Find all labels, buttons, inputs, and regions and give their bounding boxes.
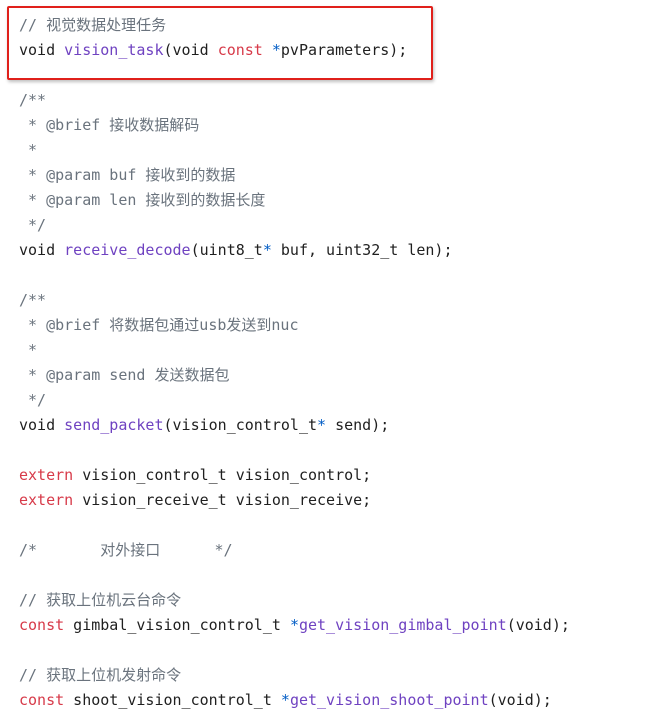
- code-token: * @brief 接收数据解码: [19, 116, 200, 134]
- code-token: send);: [326, 416, 390, 434]
- code-token: *: [19, 341, 38, 359]
- code-token: gimbal_vision_control_t: [64, 616, 290, 634]
- code-token: vision_control_t vision_control;: [73, 466, 372, 484]
- code-line: *: [19, 338, 570, 363]
- code-line: const shoot_vision_control_t *get_vision…: [19, 688, 570, 713]
- code-token: send_packet: [64, 416, 164, 434]
- code-line: // 获取上位机发射命令: [19, 663, 570, 688]
- code-line: const gimbal_vision_control_t *get_visio…: [19, 613, 570, 638]
- code-token: receive_decode: [64, 241, 191, 259]
- code-line: * @brief 接收数据解码: [19, 113, 570, 138]
- code-line: void send_packet(vision_control_t* send)…: [19, 413, 570, 438]
- code-token: (vision_control_t: [163, 416, 318, 434]
- code-line: *: [19, 138, 570, 163]
- code-token: (void);: [488, 691, 552, 709]
- code-block: // 视觉数据处理任务 void vision_task(void const *…: [19, 13, 570, 713]
- code-line: * @param send 发送数据包: [19, 363, 570, 388]
- code-line: /**: [19, 288, 570, 313]
- code-token: *: [317, 416, 327, 434]
- code-line: */: [19, 213, 570, 238]
- code-token: */: [19, 391, 47, 409]
- code-token: *: [289, 616, 299, 634]
- code-token: // 获取上位机发射命令: [19, 666, 182, 684]
- code-line: extern vision_control_t vision_control;: [19, 463, 570, 488]
- code-token: * @param buf 接收到的数据: [19, 166, 236, 184]
- code-token: *: [271, 41, 281, 59]
- code-token: *: [280, 691, 290, 709]
- code-token: // 视觉数据处理任务: [19, 16, 167, 34]
- code-token: get_vision_gimbal_point: [298, 616, 507, 634]
- code-token: * @brief 将数据包通过usb发送到nuc: [19, 316, 299, 334]
- code-token: const: [19, 616, 65, 634]
- code-token: void: [19, 41, 65, 59]
- code-token: extern: [19, 491, 74, 509]
- code-token: get_vision_shoot_point: [289, 691, 489, 709]
- code-token: extern: [19, 466, 74, 484]
- code-token: void: [19, 416, 65, 434]
- code-line: // 视觉数据处理任务: [19, 13, 570, 38]
- code-token: vision_task: [64, 41, 164, 59]
- code-line: * @brief 将数据包通过usb发送到nuc: [19, 313, 570, 338]
- code-token: *: [19, 141, 38, 159]
- code-token: (void: [163, 41, 218, 59]
- code-token: shoot_vision_control_t: [64, 691, 281, 709]
- code-token: * @param send 发送数据包: [19, 366, 230, 384]
- code-token: // 获取上位机云台命令: [19, 591, 182, 609]
- code-token: * @param len 接收到的数据长度: [19, 191, 266, 209]
- code-token: (void);: [506, 616, 570, 634]
- code-line: * @param len 接收到的数据长度: [19, 188, 570, 213]
- code-token: /**: [19, 291, 47, 309]
- code-line: */: [19, 388, 570, 413]
- code-line: * @param buf 接收到的数据: [19, 163, 570, 188]
- code-token: const: [19, 691, 65, 709]
- code-token: *: [262, 241, 272, 259]
- code-token: void: [19, 241, 65, 259]
- code-line: // 获取上位机云台命令: [19, 588, 570, 613]
- code-token: /**: [19, 91, 47, 109]
- code-token: (uint8_t: [190, 241, 263, 259]
- code-token: const: [217, 41, 263, 59]
- code-line: /**: [19, 88, 570, 113]
- code-line: void vision_task(void const *pvParameter…: [19, 38, 570, 63]
- code-line: void receive_decode(uint8_t* buf, uint32…: [19, 238, 570, 263]
- code-token: /* 对外接口 */: [19, 541, 233, 559]
- code-line: extern vision_receive_t vision_receive;: [19, 488, 570, 513]
- code-token: pvParameters);: [280, 41, 408, 59]
- code-token: vision_receive_t vision_receive;: [73, 491, 372, 509]
- code-token: buf, uint32_t len);: [271, 241, 453, 259]
- code-token: */: [19, 216, 47, 234]
- code-line: /* 对外接口 */: [19, 538, 570, 563]
